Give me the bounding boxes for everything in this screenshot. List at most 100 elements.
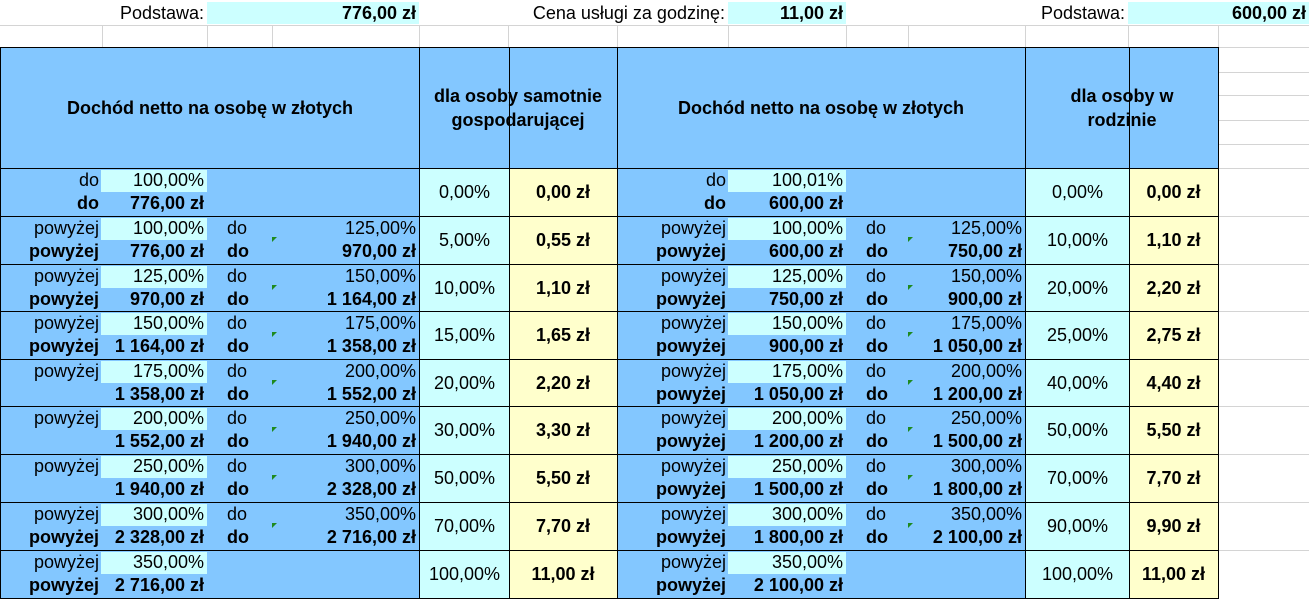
amount-to: 1 164,00 zł	[326, 289, 416, 309]
percent-to[interactable]: 200,00%	[272, 360, 416, 382]
hourly-rate-value[interactable]: 11,00 zł	[728, 2, 846, 24]
amount-from: 1 940,00 zł	[114, 479, 204, 499]
comment-marker-icon	[908, 380, 913, 385]
fee-cell[interactable]: 0,55 zł	[509, 217, 617, 264]
percent-from[interactable]: 250,00%	[101, 455, 204, 477]
percent-cell[interactable]: 25,00%	[1026, 312, 1129, 359]
fee-cell[interactable]: 7,70 zł	[1129, 455, 1218, 502]
amount-to: 2 328,00 zł	[326, 479, 416, 499]
percent-from[interactable]: 300,00%	[101, 503, 204, 525]
percent-from[interactable]: 350,00%	[101, 551, 204, 573]
amount-from: 600,00 zł	[768, 241, 843, 261]
fee-cell[interactable]: 0,00 zł	[1129, 169, 1218, 216]
fee-cell[interactable]: 1,10 zł	[1129, 217, 1218, 264]
percent-to[interactable]: 150,00%	[272, 265, 416, 287]
percent-from[interactable]: 150,00%	[728, 312, 843, 334]
percent-cell[interactable]: 30,00%	[420, 407, 509, 454]
range-label-from: powyżej	[660, 218, 726, 238]
percent-from[interactable]: 350,00%	[728, 551, 843, 573]
percent-cell[interactable]: 15,00%	[420, 312, 509, 359]
amount-to: 900,00 zł	[947, 289, 1022, 309]
fee-cell[interactable]: 1,10 zł	[509, 265, 617, 312]
amount-to: 1 200,00 zł	[932, 384, 1022, 404]
percent-to[interactable]: 125,00%	[272, 217, 416, 239]
fee-cell[interactable]: 11,00 zł	[1129, 551, 1218, 598]
percent-to[interactable]: 175,00%	[908, 312, 1022, 334]
percent-cell[interactable]: 20,00%	[420, 360, 509, 407]
amount-from: 776,00 zł	[129, 241, 204, 261]
percent-from[interactable]: 100,00%	[101, 217, 204, 239]
percent-cell[interactable]: 70,00%	[1026, 455, 1129, 502]
fee-cell[interactable]: 11,00 zł	[509, 551, 617, 598]
fee-cell[interactable]: 2,20 zł	[509, 360, 617, 407]
percent-cell[interactable]: 100,00%	[420, 551, 509, 598]
percent-cell[interactable]: 50,00%	[1026, 407, 1129, 454]
percent-from[interactable]: 200,00%	[101, 407, 204, 429]
percent-from[interactable]: 175,00%	[728, 360, 843, 382]
amount-to: 1 552,00 zł	[326, 384, 416, 404]
percent-cell[interactable]: 20,00%	[1026, 265, 1129, 312]
comment-marker-icon	[908, 475, 913, 480]
fee-cell[interactable]: 5,50 zł	[509, 455, 617, 502]
range-label-from: powyżej	[33, 456, 99, 476]
fee-cell[interactable]: 2,20 zł	[1129, 265, 1218, 312]
percent-cell[interactable]: 100,00%	[1026, 551, 1129, 598]
range-label-from: powyżej	[660, 266, 726, 286]
range-label-from: powyżej	[660, 408, 726, 428]
percent-cell[interactable]: 10,00%	[1026, 217, 1129, 264]
percent-to[interactable]: 175,00%	[272, 312, 416, 334]
percent-to[interactable]: 300,00%	[908, 455, 1022, 477]
amount-from: 776,00 zł	[129, 193, 204, 213]
percent-to[interactable]: 300,00%	[272, 455, 416, 477]
percent-from[interactable]: 100,00%	[101, 169, 204, 191]
percent-from[interactable]: 125,00%	[101, 265, 204, 287]
percent-from[interactable]: 150,00%	[101, 312, 204, 334]
percent-from[interactable]: 100,00%	[728, 217, 843, 239]
fee-cell[interactable]: 4,40 zł	[1129, 360, 1218, 407]
fee-cell[interactable]: 9,90 zł	[1129, 503, 1218, 550]
percent-cell[interactable]: 40,00%	[1026, 360, 1129, 407]
range-label-from: powyżej	[660, 552, 726, 572]
amount-to: 2 100,00 zł	[932, 527, 1022, 547]
amount-to: 1 800,00 zł	[932, 479, 1022, 499]
percent-to[interactable]: 350,00%	[908, 503, 1022, 525]
percent-to[interactable]: 125,00%	[908, 217, 1022, 239]
amount-from: 2 328,00 zł	[114, 527, 204, 547]
percent-from[interactable]: 200,00%	[728, 407, 843, 429]
percent-cell[interactable]: 0,00%	[420, 169, 509, 216]
fee-cell[interactable]: 1,65 zł	[509, 312, 617, 359]
border-line	[1218, 47, 1219, 599]
percent-cell[interactable]: 5,00%	[420, 217, 509, 264]
basis-value-1[interactable]: 776,00 zł	[207, 2, 419, 24]
fee-cell[interactable]: 3,30 zł	[509, 407, 617, 454]
fee-cell[interactable]: 5,50 zł	[1129, 407, 1218, 454]
basis-label-2: Podstawa:	[1040, 3, 1125, 23]
comment-marker-icon	[908, 523, 913, 528]
comment-marker-icon	[272, 523, 277, 528]
fee-cell[interactable]: 0,00 zł	[509, 169, 617, 216]
percent-cell[interactable]: 0,00%	[1026, 169, 1129, 216]
percent-cell[interactable]: 10,00%	[420, 265, 509, 312]
basis-value-2[interactable]: 600,00 zł	[1128, 2, 1309, 24]
comment-marker-icon	[272, 237, 277, 242]
percent-to[interactable]: 250,00%	[272, 407, 416, 429]
range-label-from: powyżej	[660, 504, 726, 524]
amount-from: 2 716,00 zł	[114, 575, 204, 595]
percent-cell[interactable]: 90,00%	[1026, 503, 1129, 550]
percent-cell[interactable]: 50,00%	[420, 455, 509, 502]
percent-to[interactable]: 250,00%	[908, 407, 1022, 429]
percent-from[interactable]: 125,00%	[728, 265, 843, 287]
percent-from[interactable]: 175,00%	[101, 360, 204, 382]
comment-marker-icon	[908, 427, 913, 432]
percent-to[interactable]: 200,00%	[908, 360, 1022, 382]
fee-cell[interactable]: 2,75 zł	[1129, 312, 1218, 359]
percent-from[interactable]: 100,01%	[728, 169, 843, 191]
percent-from[interactable]: 300,00%	[728, 503, 843, 525]
border-line	[617, 47, 618, 599]
fee-cell[interactable]: 7,70 zł	[509, 503, 617, 550]
percent-from[interactable]: 250,00%	[728, 455, 843, 477]
percent-to[interactable]: 150,00%	[908, 265, 1022, 287]
percent-cell[interactable]: 70,00%	[420, 503, 509, 550]
border-line	[0, 47, 1218, 48]
percent-to[interactable]: 350,00%	[272, 503, 416, 525]
